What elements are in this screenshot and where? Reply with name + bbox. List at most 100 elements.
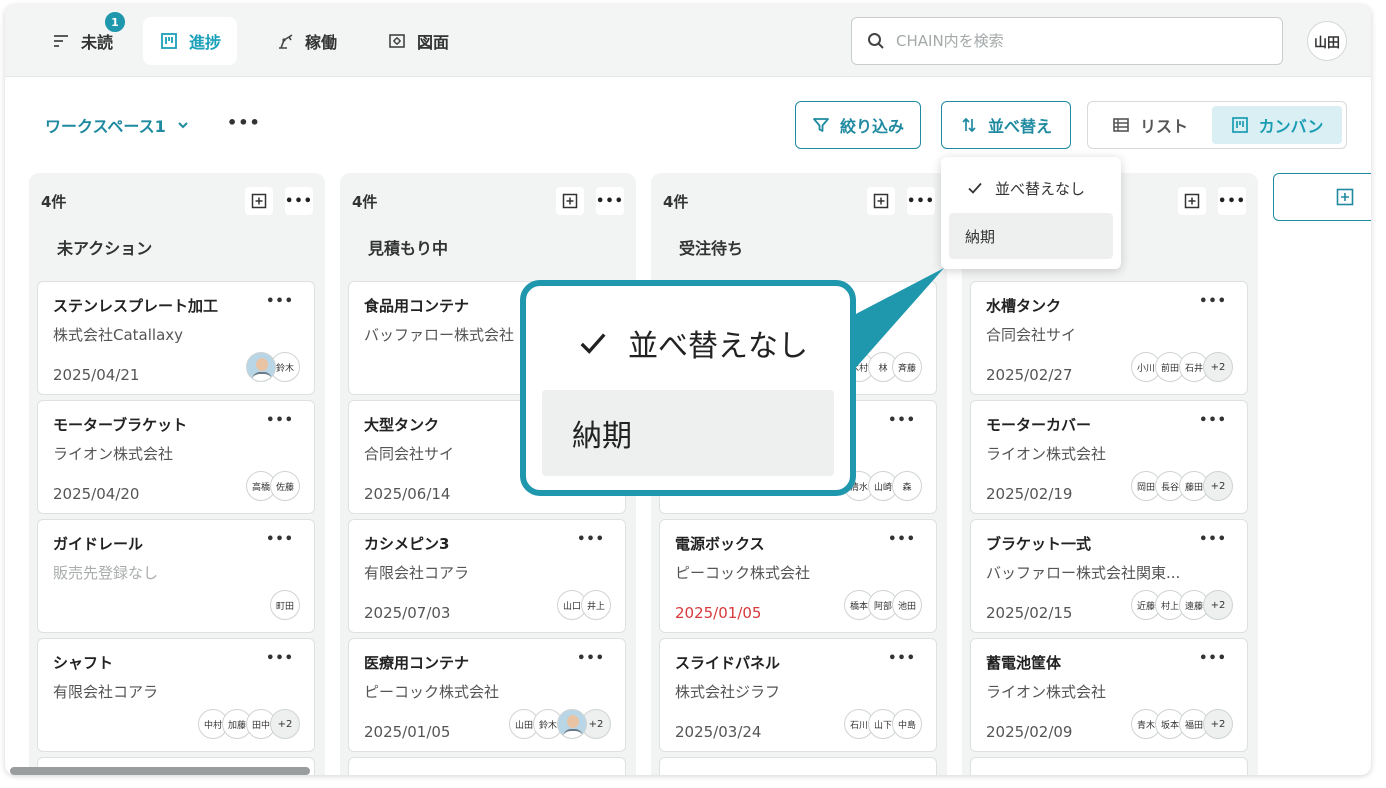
add-card-button[interactable] (245, 187, 273, 215)
assignee-avatars: 石川 山下 中島 (844, 709, 922, 739)
card-company: 販売先登録なし (53, 564, 159, 582)
column-more-button[interactable]: ••• (596, 187, 624, 215)
sort-option-none[interactable]: 並べ替えなし (949, 165, 1113, 211)
kanban-card[interactable]: 電源ボックス ••• ピーコック株式会社 2025/01/05 橋本 阿部 池田 (659, 519, 937, 633)
drawing-icon (389, 34, 405, 48)
card-more-button[interactable]: ••• (1199, 651, 1227, 666)
card-more-button[interactable]: ••• (888, 651, 916, 666)
kanban-card[interactable]: 医療用コンテナ ••• ピーコック株式会社 2025/01/05 山田 鈴木 +… (348, 638, 626, 752)
horizontal-scrollbar[interactable] (10, 767, 310, 775)
filter-button[interactable]: 絞り込み (795, 101, 921, 149)
card-title: カシメピン3 (364, 535, 450, 553)
card-more-button[interactable]: ••• (266, 651, 294, 666)
workspace-more-button[interactable]: ••• (227, 113, 261, 132)
card-more-button[interactable]: ••• (266, 532, 294, 547)
more-assignees-badge: +2 (1203, 709, 1233, 739)
column-more-button[interactable]: ••• (285, 187, 313, 215)
kanban-column: 4件 ••• 未アクション ステンレスプレート加工 ••• 株式会社Catall… (29, 173, 325, 775)
card-due-date-overdue: 2025/01/05 (675, 604, 762, 622)
zoom-sort-option-none-label: 並べ替えなし (628, 329, 808, 364)
card-more-button[interactable]: ••• (266, 294, 294, 309)
zoom-sort-option-due-date: 納期 (542, 390, 834, 476)
sort-option-due-date[interactable]: 納期 (949, 213, 1113, 259)
kanban-card[interactable]: 蓄電池筐体 ••• ライオン株式会社 2025/02/09 青木 坂本 福田 +… (970, 638, 1248, 752)
kanban-card[interactable]: 水槽タンク ••• 合同会社サイ 2025/02/27 小川 前田 石井 +2 (970, 281, 1248, 395)
add-column-button[interactable] (1273, 173, 1371, 221)
view-kanban-label: カンバン (1258, 117, 1324, 136)
kanban-card[interactable]: ガイドレール ••• 販売先登録なし 町田 (37, 519, 315, 633)
card-title: 医療用コンテナ (364, 654, 470, 672)
kanban-card[interactable]: スライドパネル ••• 株式会社ジラフ 2025/03/24 石川 山下 中島 (659, 638, 937, 752)
kanban-card[interactable] (970, 757, 1248, 775)
assignee-avatars: 青木 坂本 福田 +2 (1131, 709, 1233, 739)
card-due-date: 2025/03/24 (675, 723, 762, 741)
tab-drawings[interactable]: 図面 (371, 17, 465, 65)
zoom-callout: 並べ替えなし 納期 (520, 280, 856, 496)
user-avatar[interactable]: 山田 (1307, 21, 1347, 61)
sort-arrows-icon (962, 117, 976, 133)
zoom-sort-option-due-date-label: 納期 (572, 419, 632, 454)
tab-unread-label: 未読 (81, 33, 114, 52)
kanban-card[interactable]: ステンレスプレート加工 ••• 株式会社Catallaxy 2025/04/21… (37, 281, 315, 395)
assignee-avatar: 佐藤 (270, 471, 300, 501)
add-card-button[interactable] (867, 187, 895, 215)
card-more-button[interactable]: ••• (888, 413, 916, 428)
more-assignees-badge: +2 (270, 709, 300, 739)
workspace-label: ワークスペース1 (45, 117, 166, 136)
card-more-button[interactable]: ••• (577, 651, 605, 666)
kanban-card[interactable]: ブラケット一式 ••• バッファロー株式会社関東... 2025/02/15 近… (970, 519, 1248, 633)
card-more-button[interactable]: ••• (1199, 413, 1227, 428)
card-more-button[interactable]: ••• (266, 413, 294, 428)
robot-arm-icon (279, 34, 293, 49)
card-due-date: 2025/01/05 (364, 723, 451, 741)
kanban-card[interactable]: カシメピン3 ••• 有限会社コアラ 2025/07/03 山口 井上 (348, 519, 626, 633)
card-more-button[interactable]: ••• (1199, 294, 1227, 309)
kanban-card[interactable]: モーターブラケット ••• ライオン株式会社 2025/04/20 高橋 佐藤 (37, 400, 315, 514)
card-more-button[interactable]: ••• (577, 532, 605, 547)
card-company: 合同会社サイ (364, 445, 455, 463)
card-due-date: 2025/04/21 (53, 366, 140, 384)
search-input[interactable] (896, 32, 1256, 50)
card-company: ピーコック株式会社 (364, 683, 500, 701)
check-icon (968, 182, 982, 194)
tab-progress[interactable]: 進捗 (143, 17, 238, 65)
column-more-button[interactable]: ••• (907, 187, 935, 215)
card-more-button[interactable]: ••• (1199, 532, 1227, 547)
card-company: ライオン株式会社 (53, 445, 174, 463)
add-card-button[interactable] (1178, 187, 1206, 215)
sort-option-none-label: 並べ替えなし (995, 179, 1086, 198)
plus-square-icon (1184, 193, 1200, 209)
card-title: シャフト (53, 654, 114, 672)
tab-operation[interactable]: 稼働 (259, 17, 353, 65)
card-title: ガイドレール (53, 535, 144, 553)
sort-option-due-date-label: 納期 (965, 227, 996, 246)
assignee-avatars: 岡田 長谷 藤田 +2 (1131, 471, 1233, 501)
column-more-button[interactable]: ••• (1218, 187, 1246, 215)
assignee-avatars: 近藤 村上 遠藤 +2 (1131, 590, 1233, 620)
kanban-card[interactable]: シャフト ••• 有限会社コアラ 中村 加藤 田中 +2 (37, 638, 315, 752)
unread-badge: 1 (103, 10, 127, 34)
card-more-button[interactable]: ••• (888, 532, 916, 547)
kanban-card[interactable] (348, 757, 626, 775)
kanban-card[interactable]: モーターカバー ••• ライオン株式会社 2025/02/19 岡田 長谷 藤田… (970, 400, 1248, 514)
card-company: ピーコック株式会社 (675, 564, 811, 582)
view-toggle: リスト カンバン (1087, 101, 1347, 149)
assignee-avatar: 町田 (270, 590, 300, 620)
view-kanban-button[interactable]: カンバン (1212, 106, 1342, 144)
tab-drawings-label: 図面 (417, 33, 450, 52)
sort-button[interactable]: 並べ替え (941, 101, 1071, 149)
workspace-selector[interactable]: ワークスペース1 (45, 113, 190, 137)
view-list-button[interactable]: リスト (1092, 106, 1208, 144)
view-list-label: リスト (1139, 117, 1188, 136)
add-card-button[interactable] (556, 187, 584, 215)
card-company: 有限会社コアラ (364, 564, 470, 582)
kanban-card[interactable] (659, 757, 937, 775)
assignee-avatars: 木村 林 斉藤 (844, 352, 922, 382)
assignee-avatars: 小川 前田 石井 +2 (1131, 352, 1233, 382)
card-company: 有限会社コアラ (53, 683, 159, 701)
card-title: 電源ボックス (675, 535, 765, 553)
assignee-avatar: 斉藤 (892, 352, 922, 382)
funnel-icon (813, 118, 829, 132)
assignee-avatar: 井上 (581, 590, 611, 620)
search-box[interactable] (851, 17, 1283, 65)
